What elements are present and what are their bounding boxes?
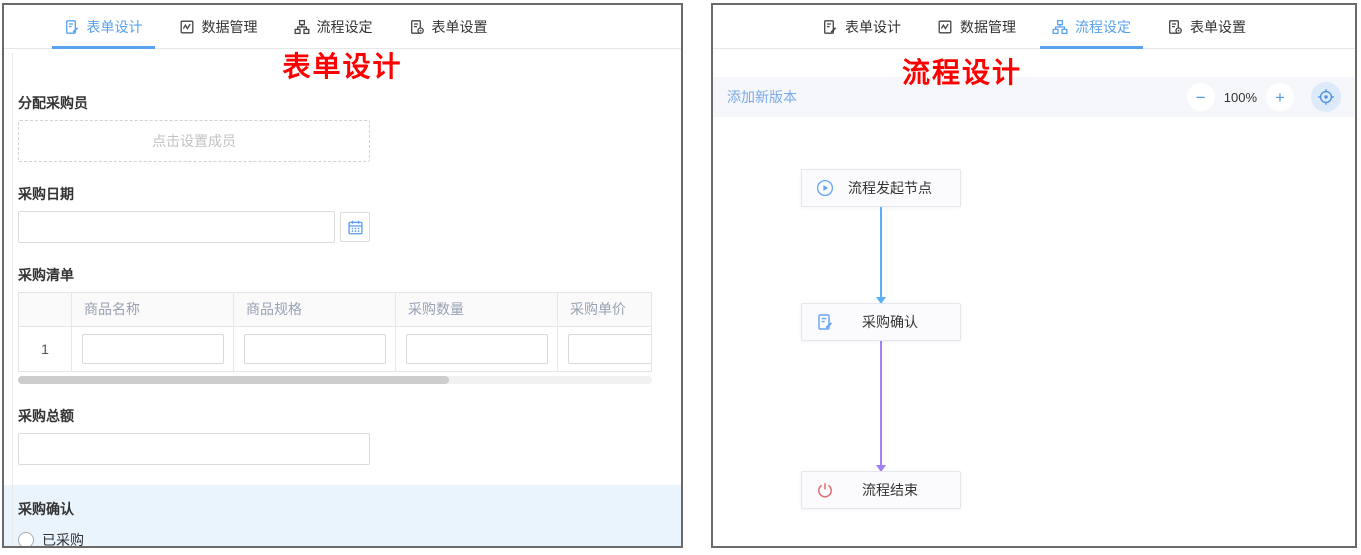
- field-label: 分配采购员: [18, 93, 665, 113]
- calendar-button[interactable]: [340, 212, 370, 242]
- table-row: 1: [19, 327, 652, 371]
- column-header: 采购数量: [395, 293, 557, 327]
- tab-data-management[interactable]: 数据管理: [937, 5, 1016, 48]
- tab-label: 流程设定: [1075, 17, 1131, 37]
- column-header: 商品名称: [71, 293, 233, 327]
- purchase-confirm-section: 采购确认 已采购 待采购: [4, 485, 681, 548]
- tab-label: 表单设置: [432, 17, 488, 37]
- index-header-cell: [19, 293, 71, 327]
- tab-label: 表单设计: [845, 17, 901, 37]
- zoom-in-button[interactable]: +: [1266, 83, 1294, 111]
- form-design-icon: [64, 19, 80, 35]
- plus-icon: +: [1275, 89, 1285, 106]
- unit-price-input[interactable]: [568, 334, 652, 364]
- tab-form-design[interactable]: 表单设计: [64, 5, 143, 48]
- tab-label: 数据管理: [202, 17, 258, 37]
- field-label: 采购日期: [18, 184, 665, 204]
- field-label: 采购确认: [18, 499, 665, 519]
- tab-label: 数据管理: [960, 17, 1016, 37]
- play-icon: [816, 179, 834, 197]
- purchase-date-input[interactable]: [18, 211, 335, 243]
- flow-node-label: 采购确认: [834, 312, 946, 332]
- tab-label: 表单设置: [1190, 17, 1246, 37]
- form-design-panel: 表单设计 数据管理 流程设定 表单设置 表单设计 分配采购员 点击设置成员 采购…: [2, 3, 683, 548]
- flow-toolbar: 添加新版本 − 100% +: [713, 77, 1355, 117]
- tab-form-settings[interactable]: 表单设置: [409, 5, 488, 48]
- tab-process-settings[interactable]: 流程设定: [294, 5, 373, 48]
- field-purchase-list: 采购清单 商品名称 商品规格 采购数量 采购单价 1: [18, 265, 665, 384]
- flow-node-label: 流程发起节点: [834, 178, 946, 198]
- tab-form-design[interactable]: 表单设计: [822, 5, 901, 48]
- flow-node-label: 流程结束: [834, 480, 946, 500]
- calendar-icon: [347, 219, 364, 236]
- tab-bar: 表单设计 数据管理 流程设定 表单设置: [713, 5, 1355, 49]
- column-header: 商品规格: [233, 293, 395, 327]
- table-header-row: 商品名称 商品规格 采购数量 采购单价: [19, 293, 652, 327]
- locate-icon: [1317, 88, 1335, 106]
- scrollbar-thumb[interactable]: [18, 376, 449, 384]
- flow-arrow-blue: [880, 207, 882, 303]
- tab-label: 流程设定: [317, 17, 373, 37]
- tab-bar: 表单设计 数据管理 流程设定 表单设置: [4, 5, 681, 49]
- process-settings-icon: [1052, 19, 1068, 35]
- power-icon: [816, 481, 834, 499]
- tab-data-management[interactable]: 数据管理: [179, 5, 258, 48]
- data-management-icon: [937, 19, 953, 35]
- member-picker-placeholder: 点击设置成员: [152, 131, 236, 151]
- flow-canvas: 流程发起节点 采购确认 流程结束: [713, 117, 1355, 547]
- process-design-panel: 表单设计 数据管理 流程设定 表单设置 流程设计 添加新版本 − 100% +: [711, 3, 1357, 548]
- radio-label: 已采购: [42, 530, 84, 548]
- tab-process-settings[interactable]: 流程设定: [1052, 5, 1131, 48]
- row-index-cell: 1: [19, 327, 71, 371]
- field-purchase-date: 采购日期: [18, 184, 665, 243]
- form-design-icon: [822, 19, 838, 35]
- field-purchase-total: 采购总额: [18, 406, 665, 465]
- purchase-qty-input[interactable]: [406, 334, 548, 364]
- flow-node-start[interactable]: 流程发起节点: [801, 169, 961, 207]
- form-edit-icon: [816, 313, 834, 331]
- column-header: 采购单价: [557, 293, 652, 327]
- purchase-list-table: 商品名称 商品规格 采购数量 采购单价 1: [18, 292, 652, 372]
- add-version-link[interactable]: 添加新版本: [727, 87, 797, 107]
- minus-icon: −: [1196, 89, 1206, 106]
- member-picker[interactable]: 点击设置成员: [18, 120, 370, 162]
- zoom-level: 100%: [1224, 90, 1257, 105]
- product-name-input[interactable]: [82, 334, 224, 364]
- horizontal-scrollbar[interactable]: [18, 376, 652, 384]
- annotation-form-design: 表单设计: [4, 49, 681, 89]
- product-spec-input[interactable]: [244, 334, 386, 364]
- field-label: 采购总额: [18, 406, 665, 426]
- form-canvas: 分配采购员 点击设置成员 采购日期 采购清单 商品名称: [4, 93, 681, 548]
- data-management-icon: [179, 19, 195, 35]
- field-assign-purchaser: 分配采购员 点击设置成员: [18, 93, 665, 162]
- flow-node-confirm[interactable]: 采购确认: [801, 303, 961, 341]
- tab-form-settings[interactable]: 表单设置: [1167, 5, 1246, 48]
- zoom-out-button[interactable]: −: [1187, 83, 1215, 111]
- form-settings-icon: [409, 19, 425, 35]
- radio-option-purchased[interactable]: 已采购: [18, 530, 665, 548]
- radio-unselected-icon: [18, 532, 34, 548]
- locate-button[interactable]: [1311, 82, 1341, 112]
- flow-arrow-purple: [880, 341, 882, 471]
- field-label: 采购清单: [18, 265, 665, 285]
- process-settings-icon: [294, 19, 310, 35]
- flow-node-end[interactable]: 流程结束: [801, 471, 961, 509]
- canvas-edge-line: [12, 53, 13, 548]
- purchase-total-input[interactable]: [18, 433, 370, 465]
- tab-label: 表单设计: [87, 17, 143, 37]
- form-settings-icon: [1167, 19, 1183, 35]
